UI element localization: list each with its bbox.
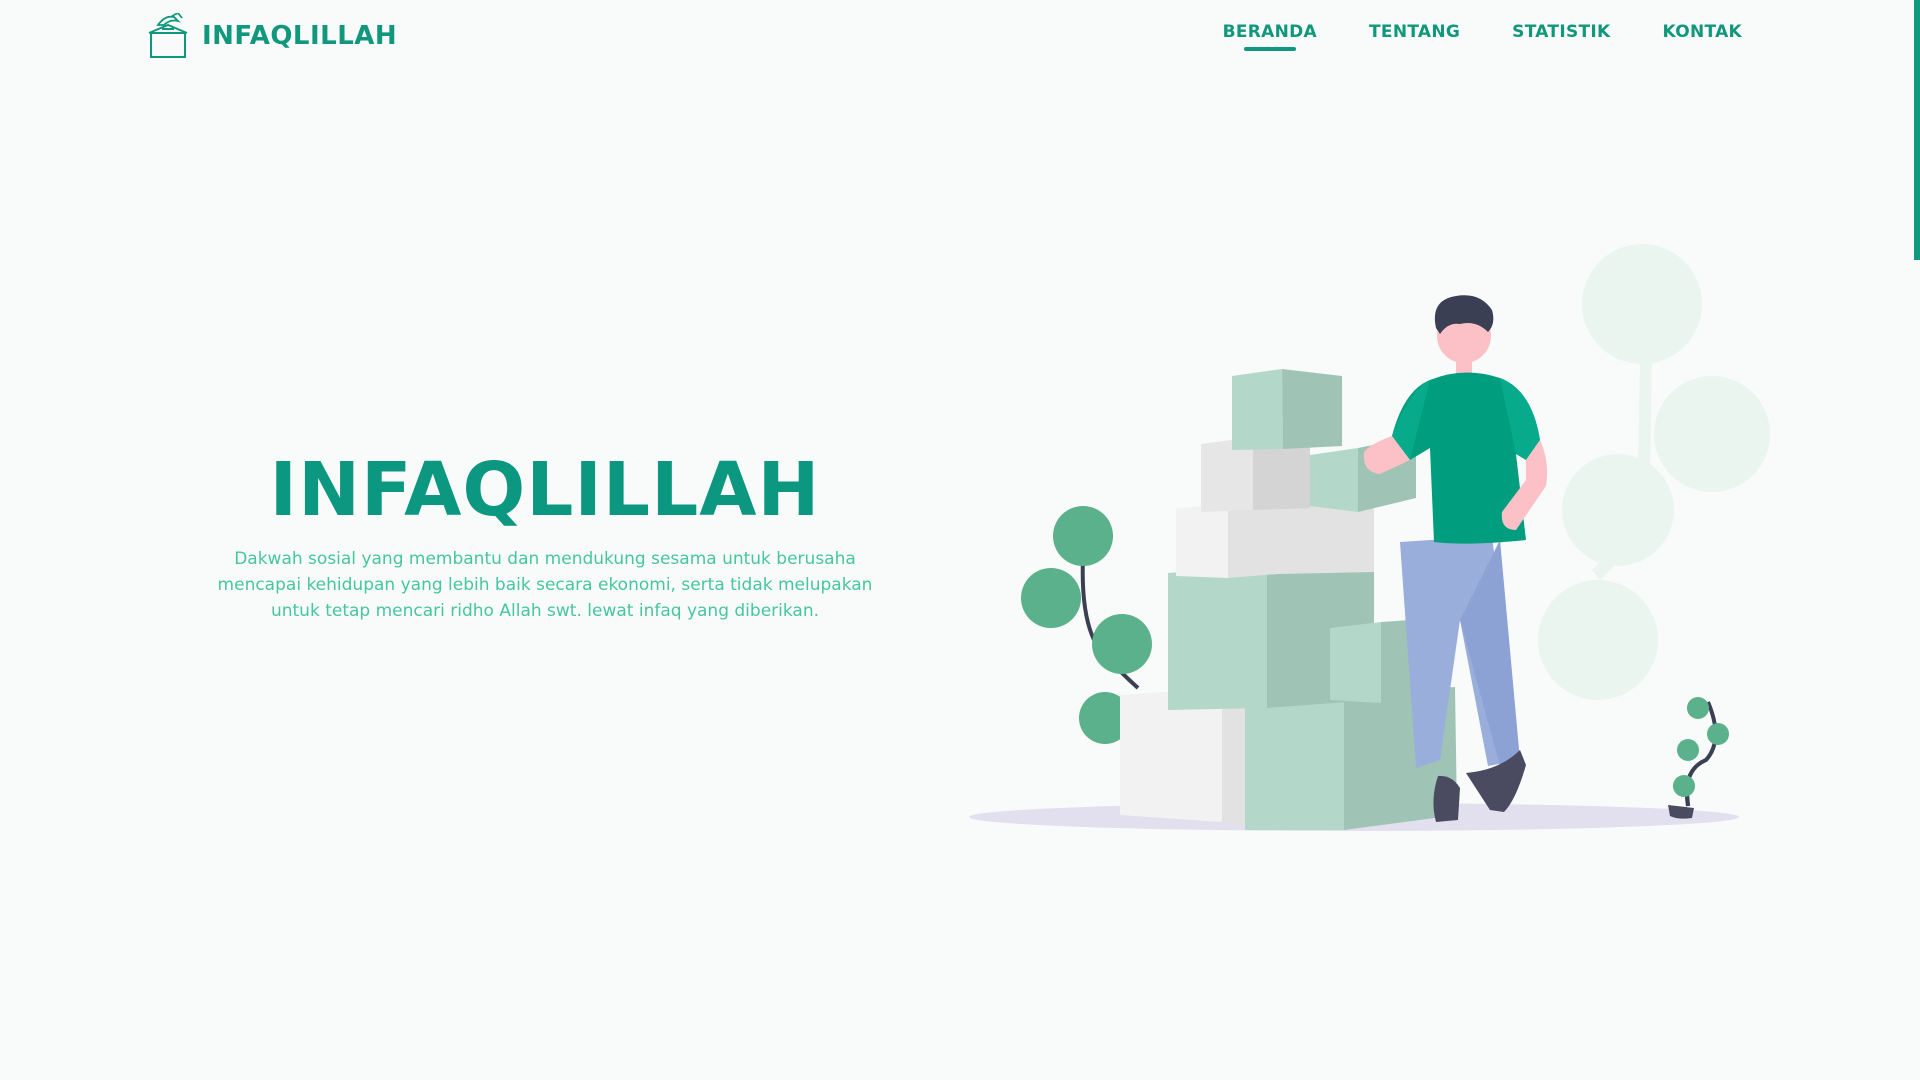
right-plant-icon <box>1668 697 1729 819</box>
main-nav: BERANDA TENTANG STATISTIK KONTAK <box>1223 22 1742 50</box>
navbar: INFAQLILLAH BERANDA TENTANG STATISTIK KO… <box>0 0 1920 78</box>
nav-statistik[interactable]: STATISTIK <box>1512 22 1610 50</box>
hero-section: INFAQLILLAH Dakwah sosial yang membantu … <box>195 440 895 624</box>
hero-title: INFAQLILLAH <box>269 447 821 533</box>
donation-box-icon <box>148 13 188 58</box>
nav-tentang[interactable]: TENTANG <box>1369 22 1460 50</box>
nav-beranda[interactable]: BERANDA <box>1223 22 1317 50</box>
hero-description: Dakwah sosial yang membantu dan mendukun… <box>217 549 873 621</box>
nav-kontak[interactable]: KONTAK <box>1663 22 1743 50</box>
scrollbar-thumb[interactable] <box>1914 0 1920 260</box>
brand-link[interactable]: INFAQLILLAH <box>148 12 397 60</box>
background-plant-icon <box>1538 244 1770 700</box>
man-with-boxes-illustration <box>969 244 1770 831</box>
brand-name: INFAQLILLAH <box>202 21 398 51</box>
